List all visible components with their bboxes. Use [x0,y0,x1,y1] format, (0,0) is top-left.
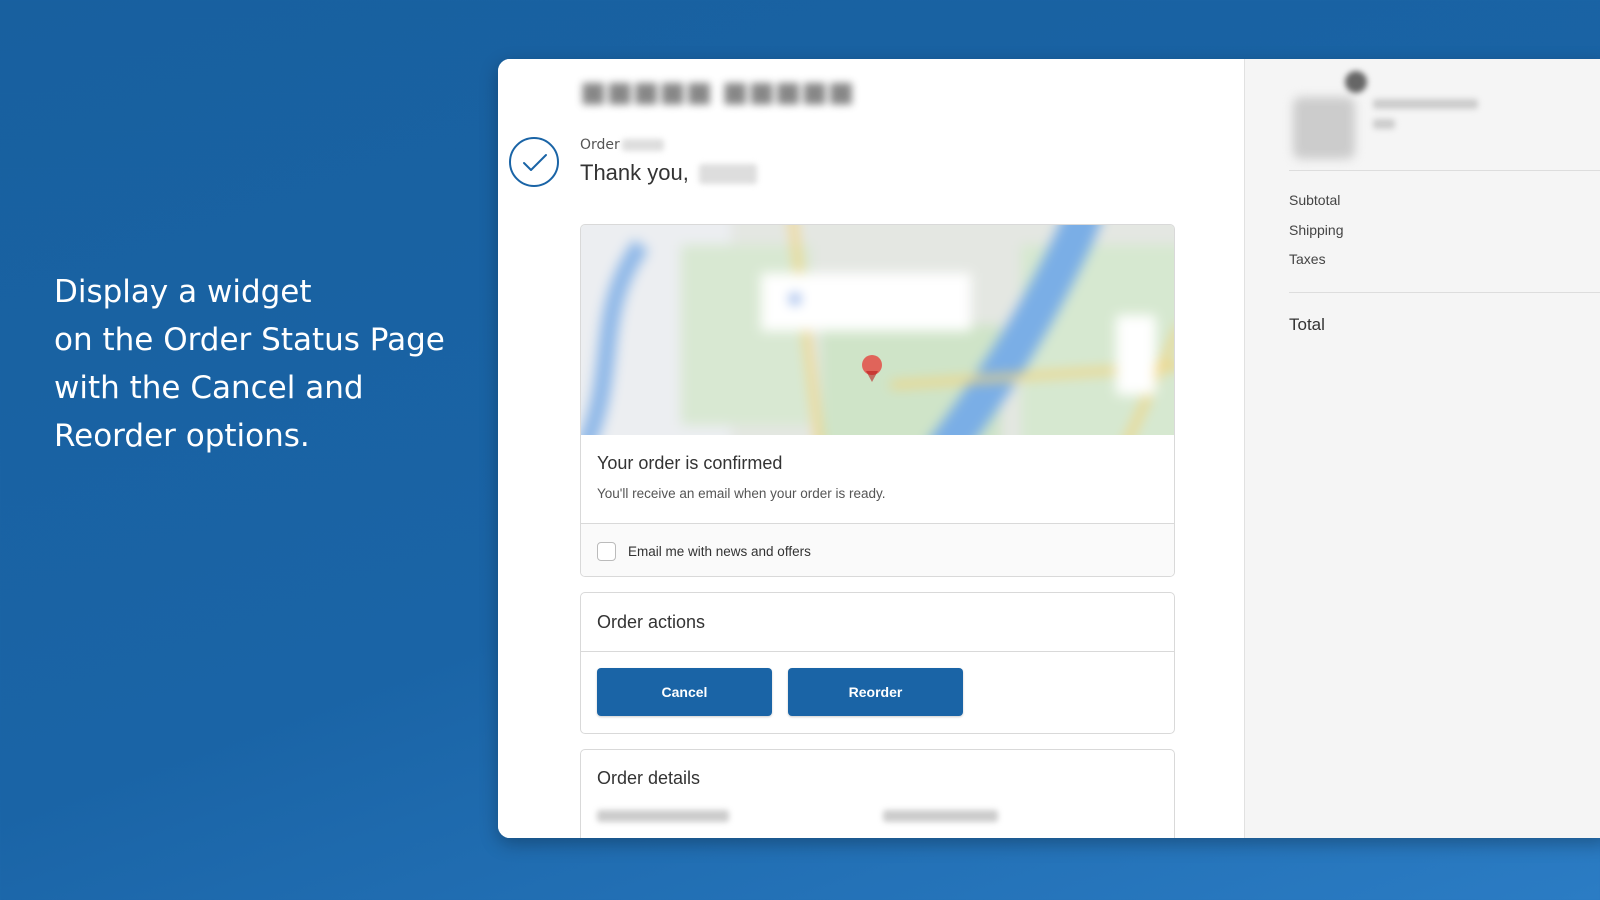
delivery-map[interactable] [581,225,1174,435]
taxes-label: Taxes [1289,251,1326,267]
product-variant-redacted [1373,119,1395,129]
map-tiles [581,225,1174,435]
summary-divider-bottom [1289,292,1600,293]
customer-name-redacted [698,164,757,185]
newsletter-row[interactable]: Email me with news and offers [581,523,1174,576]
promo-line-1: Display a widget [54,274,312,310]
confirmation-title: Your order is confirmed [597,453,783,473]
promo-line-3: with the Cancel and [54,370,364,406]
confirmation-subtitle: You'll receive an email when your order … [597,486,886,501]
quantity-badge [1345,71,1367,93]
order-confirmation-card: Your order is confirmed You'll receive a… [580,224,1175,577]
order-details-title: Order details [597,768,701,788]
confirmation-message: Your order is confirmed You'll receive a… [581,435,1174,523]
shop-logo-blurred: ■■■■■ ■■■■■ [580,75,855,108]
order-number-redacted [621,139,664,151]
subtotal-label: Subtotal [1289,192,1341,208]
thank-you-text: Thank you, [580,160,689,185]
product-thumbnail [1293,97,1355,159]
payment-method-redacted [883,810,998,822]
check-icon [509,137,559,187]
total-label: Total [1289,315,1325,334]
cancel-button[interactable]: Cancel [597,668,772,716]
promo-text: Display a widget on the Order Status Pag… [54,268,445,460]
order-actions-title: Order actions [581,593,1174,652]
order-status-main: ■■■■■ ■■■■■ Order Thank you, Your order … [498,59,1244,838]
map-pin-icon [862,355,882,382]
product-name-redacted [1373,99,1478,109]
order-actions-buttons: Cancel Reorder [597,668,963,716]
reorder-button[interactable]: Reorder [788,668,963,716]
order-actions-widget: Order actions Cancel Reorder [580,592,1175,734]
shipping-label: Shipping [1289,222,1344,238]
order-summary-sidebar: Subtotal Shipping Taxes Total [1244,59,1600,838]
summary-divider-top [1289,170,1600,171]
order-number: Order [580,137,664,153]
promo-line-2: on the Order Status Page [54,322,445,358]
newsletter-label: Email me with news and offers [628,543,811,559]
order-status-window: ■■■■■ ■■■■■ Order Thank you, Your order … [498,59,1600,838]
thank-you-heading: Thank you, [580,160,757,186]
order-label: Order [580,137,620,153]
contact-info-redacted [597,810,729,822]
promo-line-4: Reorder options. [54,418,310,454]
newsletter-checkbox[interactable] [597,541,616,561]
order-details-card: Order details [580,749,1175,838]
